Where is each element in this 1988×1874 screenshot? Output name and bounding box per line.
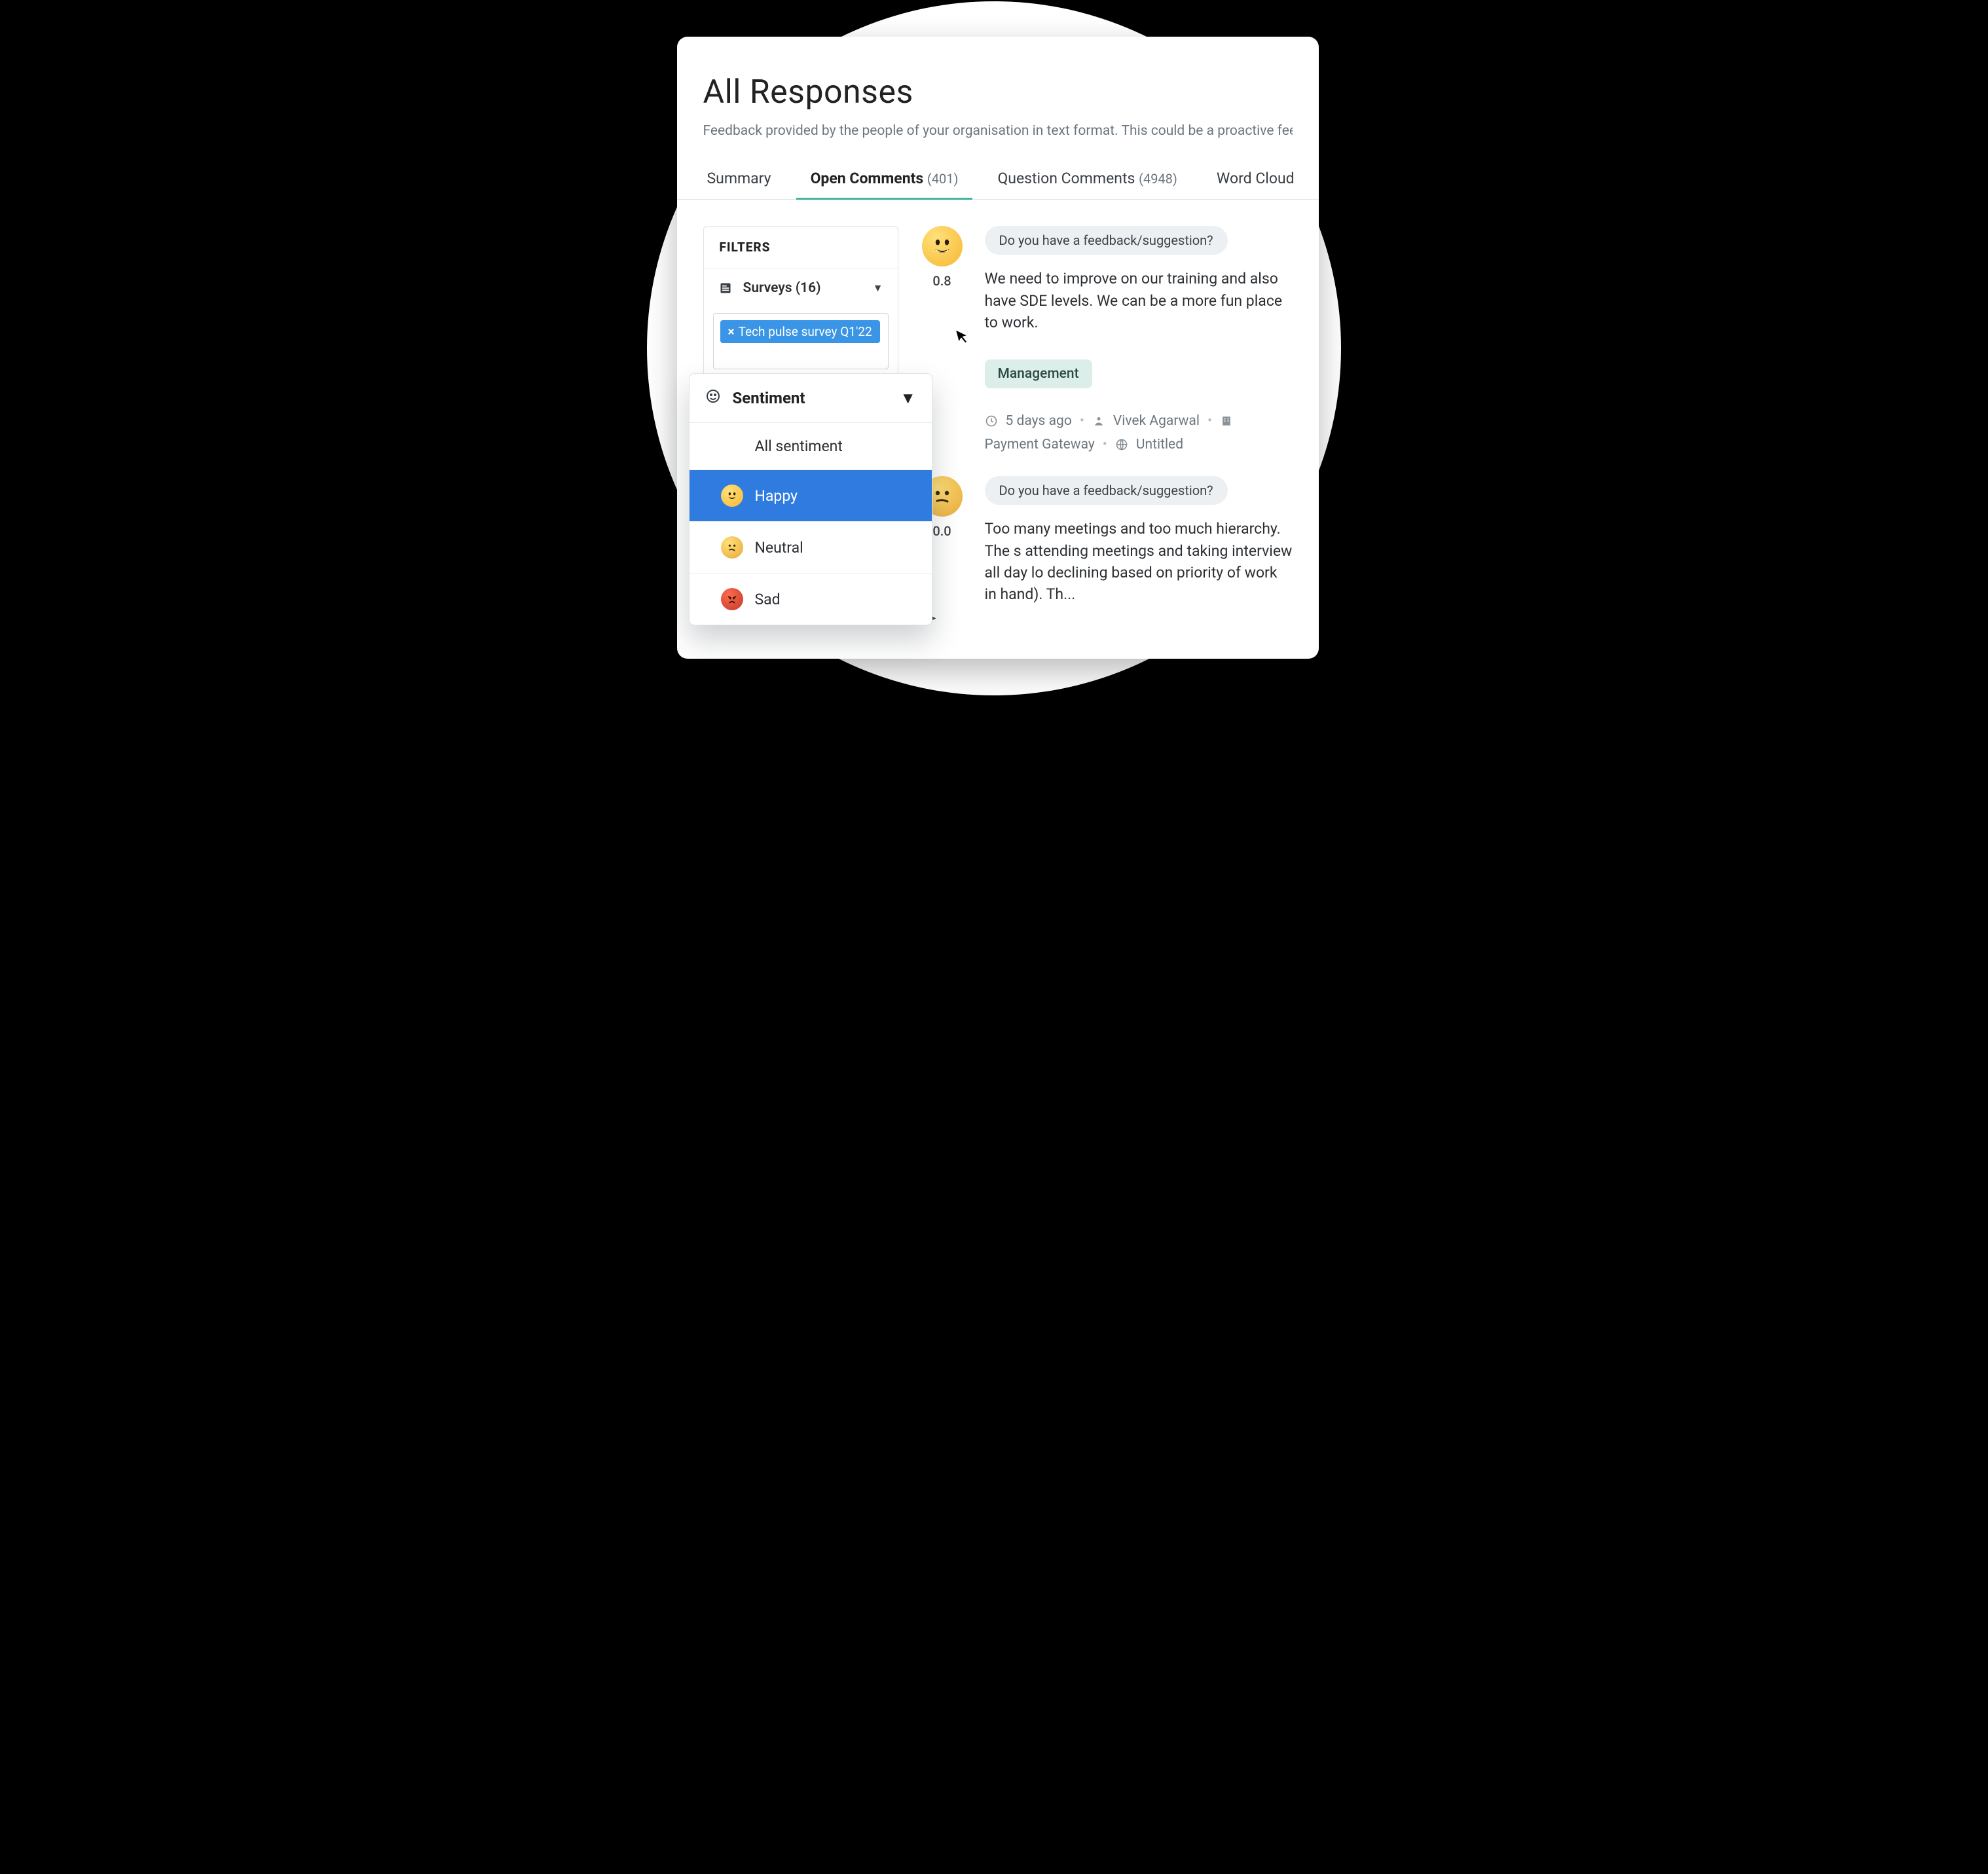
response-question: Do you have a feedback/suggestion? [985, 476, 1228, 505]
response-text: We need to improve on our training and a… [985, 268, 1293, 333]
sentiment-option-happy[interactable]: Happy [690, 470, 932, 522]
person-icon [1092, 414, 1105, 428]
meta-time: 5 days ago [1006, 413, 1072, 429]
happy-face-icon [721, 485, 743, 507]
meta-team: Payment Gateway [985, 437, 1095, 452]
meta-separator: • [1080, 413, 1084, 429]
filters-header: FILTERS [704, 227, 898, 268]
sentiment-face-icon [922, 226, 963, 266]
sentiment-option-neutral[interactable]: Neutral [690, 522, 932, 574]
tab-open-comments[interactable]: Open Comments (401) [807, 159, 963, 199]
meta-separator: • [1103, 437, 1107, 452]
chevron-down-icon: ▼ [900, 389, 916, 408]
tab-label: Summary [707, 170, 771, 187]
sentiment-option-all[interactable]: All sentiment [690, 423, 932, 470]
tab-count: (4948) [1139, 171, 1177, 187]
option-label: Neutral [755, 539, 803, 557]
tab-question-comments[interactable]: Question Comments (4948) [993, 159, 1181, 199]
sentiment-score: 0.8 [932, 273, 951, 289]
response-tag[interactable]: Management [985, 359, 1092, 388]
filter-surveys-label: Surveys (16) [743, 280, 821, 296]
tab-word-cloud[interactable]: Word Cloud [1213, 159, 1298, 199]
smile-icon [705, 388, 721, 408]
response-question: Do you have a feedback/suggestion? [985, 226, 1228, 255]
globe-icon [1115, 438, 1128, 451]
response-item: 0.8 Do you have a feedback/suggestion? W… [919, 226, 1293, 452]
option-label: Sad [755, 591, 781, 608]
tab-label: Word Cloud [1217, 170, 1295, 187]
survey-chip-box[interactable]: × Tech pulse survey Q1'22 [713, 313, 889, 369]
sentiment-option-sad[interactable]: Sad [690, 574, 932, 625]
meta-separator: • [1207, 413, 1212, 429]
page-title: All Responses [703, 73, 1293, 111]
tab-label: Open Comments [811, 170, 924, 187]
meta-extra: Untitled [1136, 437, 1183, 452]
building-icon [1220, 414, 1233, 428]
survey-chip[interactable]: × Tech pulse survey Q1'22 [720, 320, 880, 343]
sentiment-dropdown: Sentiment ▼ All sentiment Happy Neutral … [689, 373, 932, 625]
angry-face-icon [721, 588, 743, 610]
sentiment-score: 0.0 [932, 523, 951, 539]
sentiment-dropdown-toggle[interactable]: Sentiment ▼ [690, 374, 932, 423]
page-subtitle: Feedback provided by the people of your … [703, 122, 1293, 141]
option-label: Happy [755, 487, 798, 505]
responses-list: 0.8 Do you have a feedback/suggestion? W… [919, 226, 1293, 617]
option-label: All sentiment [755, 437, 843, 455]
response-text: Too many meetings and too much hierarchy… [985, 518, 1293, 605]
clock-icon [985, 414, 998, 428]
chip-label: Tech pulse survey Q1'22 [739, 324, 872, 339]
tab-count: (401) [927, 171, 959, 187]
tabs-bar: Summary Open Comments (401) Question Com… [677, 159, 1319, 200]
tab-label: Question Comments [997, 170, 1135, 187]
chevron-down-icon: ▼ [873, 282, 883, 295]
sentiment-header-label: Sentiment [733, 389, 805, 407]
response-meta: 5 days ago • Vivek Agarwal • Payment Gat… [985, 413, 1293, 452]
tab-summary[interactable]: Summary [703, 159, 775, 199]
chip-remove-icon[interactable]: × [728, 324, 735, 339]
meta-person: Vivek Agarwal [1113, 413, 1200, 429]
response-item: 0.0 Do you have a feedback/suggestion? T… [919, 476, 1293, 605]
survey-icon [718, 281, 733, 295]
neutral-face-icon [721, 536, 743, 559]
filter-surveys[interactable]: Surveys (16) ▼ [704, 268, 898, 308]
